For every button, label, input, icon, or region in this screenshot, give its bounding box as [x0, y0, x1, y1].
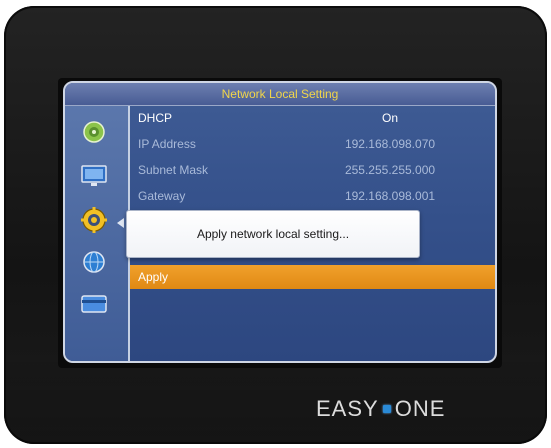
- brand-left: EASY: [316, 396, 379, 421]
- sidebar: [65, 106, 130, 361]
- page-title: Network Local Setting: [65, 83, 495, 106]
- monitor-icon[interactable]: [81, 164, 107, 188]
- subnet-mask-value: 255.255.255.000: [344, 163, 436, 177]
- gateway-row[interactable]: Gateway 192.168.098.001: [130, 184, 495, 208]
- brand-dot-icon: [382, 405, 391, 413]
- gear-icon[interactable]: [81, 207, 107, 233]
- card-icon[interactable]: [81, 292, 107, 316]
- ip-address-row[interactable]: IP Address 192.168.098.070: [130, 132, 495, 156]
- apply-label: Apply: [138, 270, 169, 284]
- subnet-mask-row[interactable]: Subnet Mask 255.255.255.000: [130, 158, 495, 182]
- dhcp-row[interactable]: DHCP On: [130, 106, 495, 130]
- brand-right: ONE: [394, 396, 446, 421]
- globe-icon[interactable]: [81, 250, 107, 274]
- apply-dialog: Apply network local setting...: [126, 210, 420, 258]
- gateway-value: 192.168.098.001: [344, 189, 436, 203]
- dhcp-label: DHCP: [138, 111, 173, 125]
- disc-icon[interactable]: [81, 120, 107, 144]
- apply-button[interactable]: Apply: [130, 265, 495, 289]
- brand-logo: EASY ONE: [316, 396, 445, 422]
- gateway-label: Gateway: [138, 189, 186, 203]
- dhcp-value: On: [381, 111, 398, 125]
- ip-address-value: 192.168.098.070: [344, 137, 436, 151]
- ip-address-label: IP Address: [138, 137, 196, 151]
- subnet-mask-label: Subnet Mask: [138, 163, 209, 177]
- selector-arrow-icon: [117, 218, 124, 228]
